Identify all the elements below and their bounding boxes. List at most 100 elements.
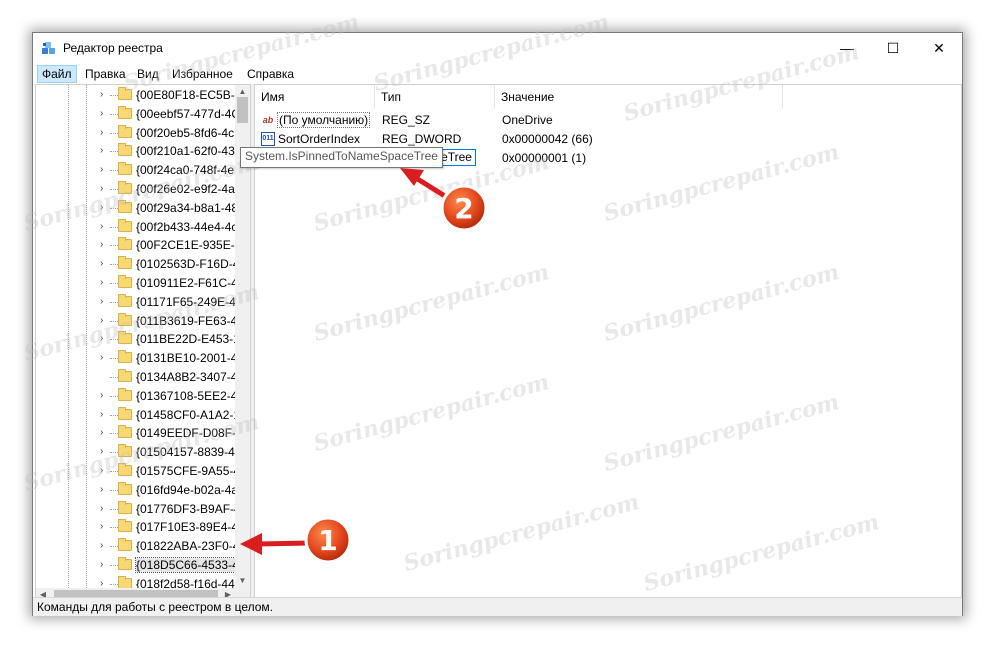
tree-connector [110,377,118,378]
chevron-right-icon[interactable]: › [100,277,110,289]
window-title: Редактор реестра [63,41,163,55]
folder-icon [118,519,132,533]
chevron-right-icon[interactable]: › [100,258,110,270]
chevron-right-icon[interactable]: › [100,183,110,195]
chevron-right-icon[interactable]: › [100,352,110,364]
tree-connector [110,358,118,360]
chevron-right-icon[interactable]: › [100,484,110,496]
value-row-default[interactable]: ab (По умолчанию) REG_SZ OneDrive [255,111,955,130]
chevron-right-icon[interactable]: › [100,409,110,421]
tree-item[interactable]: › {0149EEDF-D08F-4 [36,424,243,442]
column-header-name[interactable]: Имя [255,85,375,109]
value-name-tooltip: System.IsPinnedToNameSpaceTree [240,147,443,168]
tree-item[interactable]: › {01822ABA-23F0-4 [36,537,239,555]
tree-item[interactable]: › {00f20eb5-8fd6-4c [36,124,236,142]
chevron-right-icon[interactable]: › [100,145,110,157]
folder-icon [118,463,132,476]
folder-icon [118,143,132,157]
tree-item[interactable]: › {00f26e02-e9f2-4a [36,180,236,198]
tree-item[interactable]: › {00F2CE1E-935E-4 [36,236,241,254]
tree-item[interactable]: › {01171F65-249E-4E [36,293,244,311]
folder-icon [118,500,132,514]
chevron-right-icon[interactable]: › [100,164,110,176]
tree-connector [110,264,118,266]
value-type: REG_DWORD [382,132,462,146]
tree-item[interactable]: › {00f2b433-44e4-4c [36,218,237,236]
chevron-right-icon[interactable]: › [100,296,110,308]
menu-view[interactable]: Вид [133,66,163,82]
chevron-right-icon[interactable]: › [100,390,110,402]
tree-item[interactable]: › {010911E2-F61C-4 [36,274,238,292]
tree-item[interactable]: {0134A8B2-3407-4 [36,368,238,386]
scroll-down-icon[interactable]: ▼ [235,574,250,588]
chevron-right-icon[interactable] [100,371,110,383]
close-button[interactable]: ✕ [916,33,962,63]
tree-connector [110,207,118,209]
tree-item[interactable]: › {0102563D-F16D-4 [36,255,239,273]
tree-connector [110,170,118,172]
chevron-right-icon[interactable]: › [100,239,110,251]
tree-item[interactable]: › {01504157-8839-4E [36,443,243,461]
chevron-right-icon[interactable]: › [100,559,110,571]
menu-bar: Файл Правка Вид Избранное Справка [33,63,962,83]
tree-item-label: {0134A8B2-3407-4 [136,370,238,384]
maximize-button[interactable]: ☐ [870,33,916,63]
tree-connector [110,565,118,566]
tree-item[interactable]: › {00f29a34-b8a1-48 [36,199,238,217]
tree-connector [110,489,118,491]
tree-item[interactable]: › {00f210a1-62f0-43 [36,142,236,160]
tree-item-label: {01504157-8839-4E [136,445,243,460]
folder-icon [118,293,132,307]
tree-item[interactable]: › {0131BE10-2001-4C [36,349,246,367]
chevron-right-icon[interactable]: › [100,446,110,458]
tree-connector [110,132,118,134]
tree-item[interactable]: › {011BE22D-E453-1 [36,330,240,348]
tree-item-label: {0149EEDF-D08F-4 [136,426,243,441]
column-header-type[interactable]: Тип [375,85,495,109]
folder-icon [118,444,132,458]
string-value-icon: ab [262,115,274,125]
tree-item[interactable]: › {01575CFE-9A55-4 [36,462,240,480]
tree-item[interactable]: › {016fd94e-b02a-4a [36,481,238,499]
tree-item-label: {00f24ca0-748f-4e [136,163,235,178]
tree-item[interactable]: › {00f24ca0-748f-4e [36,161,236,179]
tree-connector [110,395,118,397]
chevron-right-icon[interactable]: › [100,465,110,477]
folder-icon [118,425,132,439]
menu-help[interactable]: Справка [243,66,298,82]
registry-tree-pane[interactable]: › {00E80F18-EC5B-4 › {00eebf57-477d-4C › {00f… [35,84,251,605]
menu-file[interactable]: Файл [37,65,77,83]
tree-item[interactable]: › {01367108-5EE2-4E [36,387,245,405]
chevron-right-icon[interactable]: › [100,315,110,327]
chevron-right-icon[interactable]: › [100,108,110,120]
chevron-right-icon[interactable]: › [100,221,110,233]
menu-favorites[interactable]: Избранное [168,66,237,82]
folder-icon [118,218,132,232]
tree-item-label: {00F2CE1E-935E-4 [136,238,242,253]
tree-item[interactable]: › {017F10E3-89E4-49 [36,518,245,536]
status-text: Команды для работы с реестром в целом. [37,600,273,614]
chevron-right-icon[interactable]: › [100,202,110,214]
column-header-value[interactable]: Значение [495,85,783,109]
tree-item-label: {01575CFE-9A55-4 [136,464,241,478]
value-name: (По умолчанию) [277,112,371,128]
tree-vertical-scroll-thumb[interactable] [237,97,248,123]
minimize-button[interactable]: — [824,33,870,63]
chevron-right-icon[interactable]: › [100,503,110,515]
tree-item-label: {018D5C66-4533-4 [135,557,240,573]
tree-item[interactable]: › {01458CF0-A1A2-1 [36,406,240,424]
tree-item[interactable]: › {011B3619-FE63-48 [36,312,244,330]
tree-item[interactable]: › {00E80F18-EC5B-4 [36,86,241,104]
chevron-right-icon[interactable]: › [100,89,110,101]
tree-connector [110,283,118,284]
chevron-right-icon[interactable]: › [100,521,110,533]
title-bar[interactable]: Редактор реестра — ☐ ✕ [33,33,962,63]
tree-item[interactable]: › {00eebf57-477d-4C [36,105,240,123]
menu-edit[interactable]: Правка [81,66,130,82]
tree-item[interactable]: › {01776DF3-B9AF-4 [36,500,241,518]
chevron-right-icon[interactable]: › [100,427,110,439]
chevron-right-icon[interactable]: › [100,127,110,139]
chevron-right-icon[interactable]: › [100,540,110,552]
chevron-right-icon[interactable]: › [100,333,110,345]
tree-item[interactable]: › {018D5C66-4533-4 [36,556,240,574]
